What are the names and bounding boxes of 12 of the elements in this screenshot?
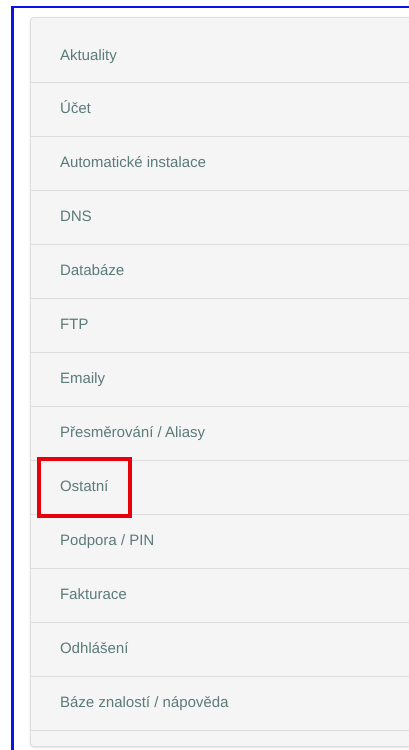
menu-link[interactable]: DNS — [60, 204, 92, 231]
menu-link[interactable]: Emaily — [60, 366, 106, 393]
menu-link[interactable]: Automatické instalace — [60, 150, 206, 177]
menu-link[interactable]: Databáze — [60, 258, 124, 285]
menu-link[interactable]: Odhlášení — [60, 636, 128, 663]
menu-link[interactable]: Báze znalostí / nápověda — [60, 690, 228, 717]
menu-link[interactable]: Účet — [60, 96, 91, 123]
menu-link[interactable]: Přesměrování / Aliasy — [60, 420, 206, 447]
menu-link[interactable]: Podpora / PIN — [60, 528, 154, 555]
menu-link[interactable]: Aktuality — [60, 42, 117, 70]
menu-link[interactable]: FTP — [60, 312, 88, 339]
menu-link[interactable]: Fakturace — [60, 582, 127, 609]
